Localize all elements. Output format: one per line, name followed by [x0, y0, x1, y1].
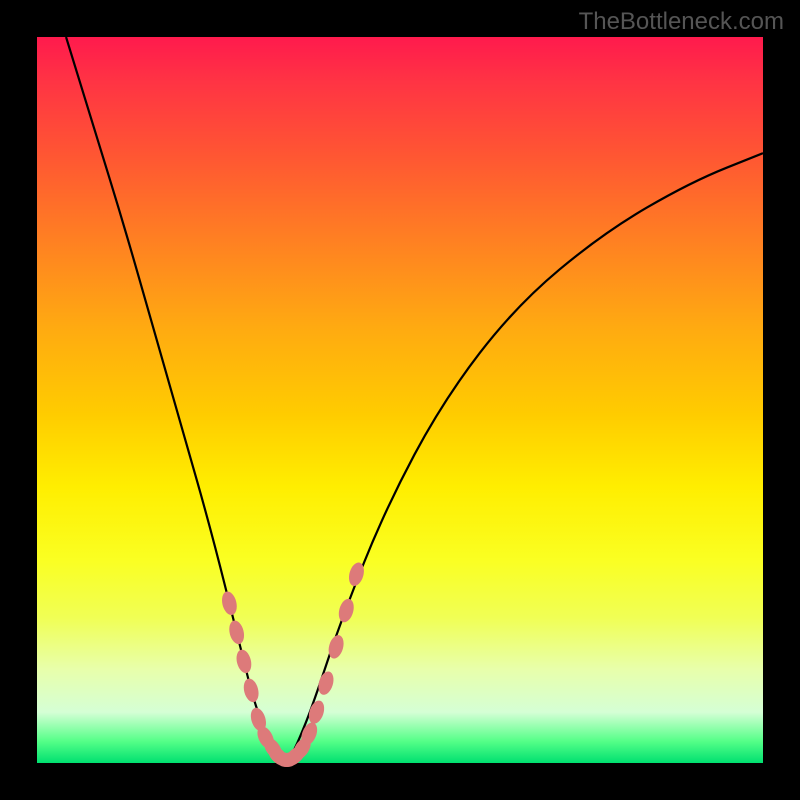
highlight-dot	[316, 670, 336, 697]
highlight-dot	[220, 590, 239, 617]
highlight-dot	[227, 619, 246, 646]
highlight-dot	[241, 677, 260, 704]
curve-path	[66, 37, 763, 758]
highlight-dot	[336, 597, 356, 624]
chart-svg	[37, 37, 763, 763]
highlight-dots	[220, 561, 367, 770]
bottleneck-curve	[66, 37, 763, 758]
highlight-dot	[234, 648, 253, 675]
watermark-text: TheBottleneck.com	[579, 8, 784, 36]
